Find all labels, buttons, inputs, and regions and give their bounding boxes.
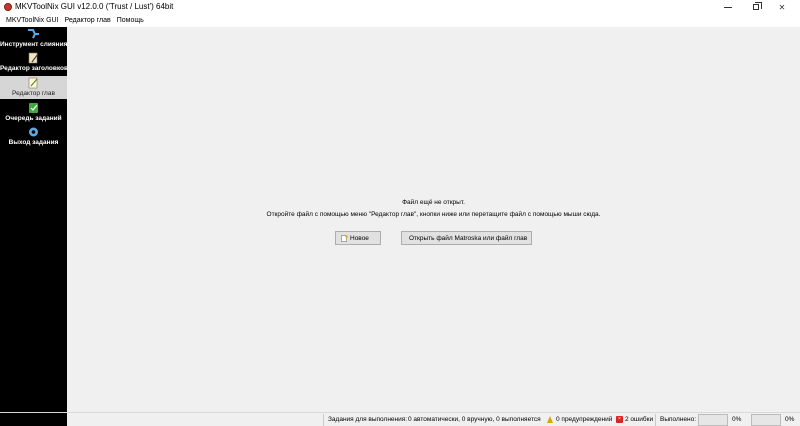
menu-mkvtoolnix-gui[interactable]: MKVToolNix GUI bbox=[3, 17, 62, 24]
new-button-label: Новое bbox=[350, 234, 369, 242]
warning-icon bbox=[547, 416, 553, 423]
error-icon: × bbox=[616, 416, 623, 423]
job-output-icon bbox=[29, 127, 38, 137]
sidebar-item-job-queue[interactable]: Очередь заданий bbox=[0, 101, 67, 124]
merge-tool-icon bbox=[28, 29, 39, 39]
close-button[interactable]: ✕ bbox=[764, 0, 800, 14]
new-button[interactable]: Новое bbox=[335, 231, 381, 245]
title-bar: MKVToolNix GUI v12.0.0 ('Trust / Lust') … bbox=[0, 0, 800, 14]
sidebar-item-label: Редактор заголовков bbox=[0, 65, 68, 72]
status-bar-sidebar-strip bbox=[0, 413, 67, 426]
minimize-icon bbox=[724, 6, 732, 8]
mkvtoolnix-app-icon bbox=[4, 3, 12, 11]
sidebar-item-label: Очередь заданий bbox=[5, 115, 62, 122]
sidebar-item-label: Выход задания bbox=[8, 139, 59, 146]
menu-help[interactable]: Помощь bbox=[114, 17, 147, 24]
open-file-button[interactable]: Открыть файл Matroska или файл глав bbox=[401, 231, 532, 245]
sidebar-item-chapter-editor[interactable]: Редактор глав bbox=[0, 76, 67, 99]
sidebar-item-job-output[interactable]: Выход задания bbox=[0, 125, 67, 148]
menu-bar: MKVToolNix GUI Редактор глав Помощь bbox=[0, 14, 800, 27]
sidebar-item-label: Редактор глав bbox=[12, 90, 55, 97]
close-icon: ✕ bbox=[778, 2, 786, 12]
sidebar-item-header-editor[interactable]: Редактор заголовков bbox=[0, 51, 68, 74]
header-editor-icon bbox=[28, 52, 39, 64]
restore-icon bbox=[753, 2, 762, 10]
window-title: MKVToolNix GUI v12.0.0 ('Trust / Lust') … bbox=[15, 2, 174, 11]
job-queue-icon bbox=[29, 103, 38, 113]
open-file-button-label: Открыть файл Matroska или файл глав bbox=[409, 234, 528, 242]
tool-sidebar: Инструмент слияния Редактор заголовков Р… bbox=[0, 27, 68, 412]
status-bar: Задания для выполнения: 0 автоматически,… bbox=[0, 412, 800, 426]
status-divider bbox=[323, 414, 324, 426]
sidebar-item-label: Инструмент слияния bbox=[0, 41, 68, 48]
chapter-editor-panel: Файл ещё не открыт. Откройте файл с помо… bbox=[67, 27, 800, 412]
status-divider bbox=[655, 414, 656, 426]
sidebar-item-merge-tool[interactable]: Инструмент слияния bbox=[0, 27, 67, 50]
current-progress-bar bbox=[698, 414, 728, 426]
current-progress-value: 0% bbox=[732, 416, 742, 423]
chapter-editor-icon bbox=[28, 77, 38, 89]
instructions-message: Откройте файл с помощью меню "Редактор г… bbox=[266, 211, 601, 218]
errors-count[interactable]: 2 ошибки bbox=[625, 416, 653, 423]
total-progress-value: 0% bbox=[785, 416, 795, 423]
new-document-icon bbox=[341, 234, 348, 242]
jobs-label: Задания для выполнения: bbox=[328, 416, 408, 423]
total-progress-bar bbox=[751, 414, 781, 426]
progress-label: Выполнено: bbox=[660, 416, 697, 423]
no-file-message: Файл ещё не открыт. bbox=[402, 199, 465, 206]
warnings-count[interactable]: 0 предупреждений bbox=[556, 416, 612, 423]
menu-chapter-editor[interactable]: Редактор глав bbox=[62, 17, 114, 24]
jobs-value: 0 автоматически, 0 вручную, 0 выполняетс… bbox=[408, 416, 541, 423]
